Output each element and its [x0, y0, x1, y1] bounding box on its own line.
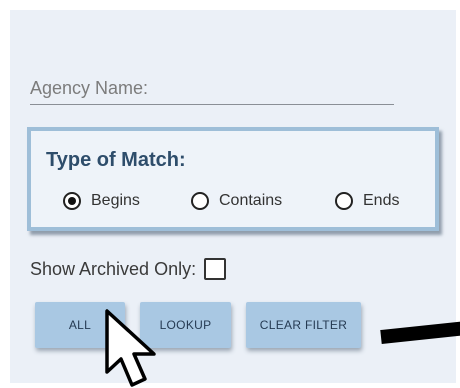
clear-filter-button[interactable]: CLEAR FILTER	[246, 302, 361, 348]
show-archived-checkbox[interactable]	[204, 258, 227, 280]
type-of-match-title: Type of Match:	[46, 149, 186, 171]
radio-option-ends[interactable]: Ends	[335, 189, 399, 213]
radio-option-begins[interactable]: Begins	[63, 189, 140, 213]
radio-begins[interactable]	[63, 192, 81, 210]
radio-contains[interactable]	[191, 192, 209, 210]
agency-name-field[interactable]	[30, 74, 394, 105]
radio-ends[interactable]	[335, 192, 353, 210]
radio-begins-label: Begins	[91, 192, 140, 209]
mouse-pointer-icon	[105, 309, 156, 387]
show-archived-row: Show Archived Only:	[30, 256, 227, 282]
show-archived-label: Show Archived Only:	[30, 258, 197, 279]
type-of-match-group: Type of Match: Begins Contains Ends	[27, 127, 439, 231]
agency-name-input[interactable]	[30, 74, 394, 102]
radio-option-contains[interactable]: Contains	[191, 189, 282, 213]
radio-ends-label: Ends	[363, 192, 400, 209]
radio-contains-label: Contains	[219, 192, 283, 209]
